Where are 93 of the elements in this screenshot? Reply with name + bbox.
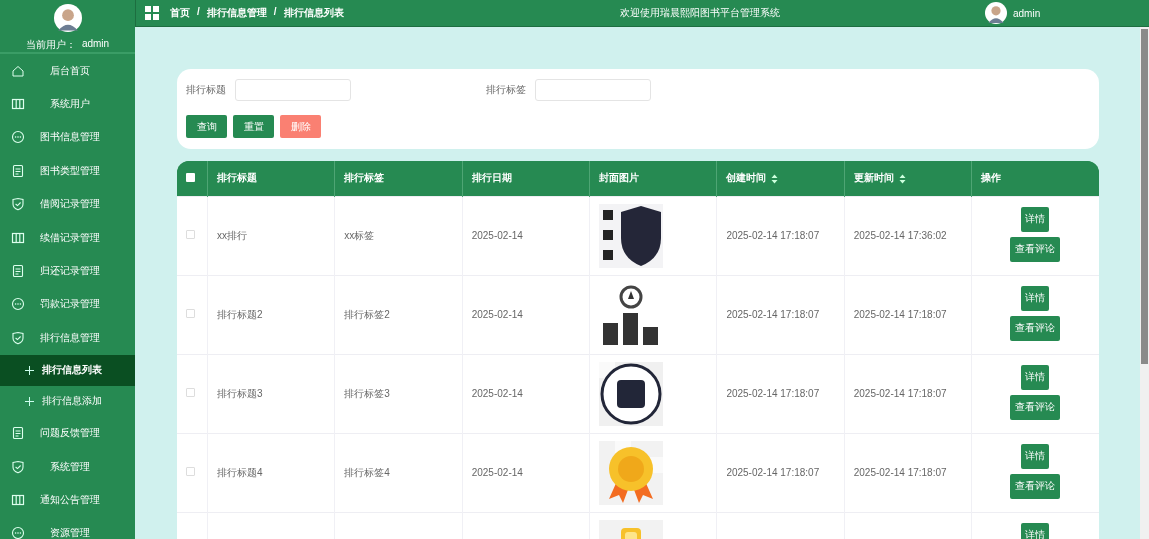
breadcrumb-link[interactable]: 排行信息列表 xyxy=(283,6,344,20)
current-user-name: admin xyxy=(81,38,110,51)
row-checkbox[interactable] xyxy=(186,388,195,397)
breadcrumb-separator: / xyxy=(197,6,200,19)
columns-icon xyxy=(11,230,25,245)
table-cell: 2025-02-14 xyxy=(471,230,523,241)
table-cell: 排行标题3 xyxy=(217,387,263,399)
scrollbar[interactable] xyxy=(1140,27,1149,539)
sidebar-subitem[interactable]: 排行信息添加 xyxy=(0,385,135,417)
select-all-checkbox[interactable] xyxy=(186,172,195,182)
shield-icon xyxy=(11,197,25,212)
table-cell: 排行标签4 xyxy=(344,466,390,478)
table-cell: 2025-02-14 17:18:07 xyxy=(726,230,820,241)
sidebar-item[interactable]: 系统管理 xyxy=(0,449,135,484)
sidebar-item[interactable]: 排行信息管理 xyxy=(0,321,135,355)
sidebar-item[interactable]: 资源管理 xyxy=(0,516,135,539)
chat-icon xyxy=(11,130,25,145)
column-header[interactable]: 封面图片 xyxy=(599,172,640,184)
action-button[interactable]: 详情 xyxy=(1021,206,1050,232)
table-cell: 2025-02-14 xyxy=(471,309,523,320)
shield-icon xyxy=(11,330,25,345)
breadcrumb-link[interactable]: 排行信息管理 xyxy=(206,6,267,20)
table-cell: 2025-02-14 17:18:07 xyxy=(726,388,820,399)
sidebar-item[interactable]: 后台首页 xyxy=(0,54,135,88)
breadcrumb-link[interactable]: 首页 xyxy=(170,6,190,20)
current-user-label: 当前用户： xyxy=(25,38,76,52)
sidebar-item[interactable]: 问题反馈管理 xyxy=(0,416,135,450)
sidebar-item[interactable]: 借阅记录管理 xyxy=(0,187,135,221)
sidebar-item[interactable]: 归还记录管理 xyxy=(0,254,135,288)
action-button[interactable]: 详情 xyxy=(1021,443,1050,469)
table-cell: 2025-02-14 17:18:07 xyxy=(853,388,947,399)
search-button[interactable]: 查询 xyxy=(186,115,227,138)
table-cell: 排行标签2 xyxy=(344,308,390,320)
plus-icon xyxy=(25,365,34,375)
search-button[interactable]: 删除 xyxy=(280,115,321,138)
table-cell: 2025-02-14 xyxy=(471,467,523,478)
table-cell: xx排行 xyxy=(217,229,247,241)
sidebar-item[interactable]: 续借记录管理 xyxy=(0,220,135,255)
document-icon xyxy=(11,426,25,441)
avatar-icon xyxy=(985,2,1007,24)
sort-icon[interactable] xyxy=(898,173,906,184)
search-button[interactable]: 重置 xyxy=(233,115,274,138)
sidebar-item[interactable]: 图书类型管理 xyxy=(0,154,135,188)
sidebar-item[interactable]: 系统用户 xyxy=(0,87,135,121)
table-cell: xx标签 xyxy=(344,229,375,241)
plus-icon xyxy=(25,396,34,406)
input-field[interactable] xyxy=(235,79,351,101)
table-cell: 2025-02-14 17:18:07 xyxy=(726,309,820,320)
avatar-icon xyxy=(52,4,83,32)
action-button[interactable]: 详情 xyxy=(1021,285,1050,311)
sort-icon[interactable] xyxy=(771,173,779,184)
table-cell: 2025-02-14 17:18:07 xyxy=(853,467,947,478)
column-header[interactable]: 更新时间 xyxy=(853,172,894,184)
column-header[interactable]: 创建时间 xyxy=(726,172,767,184)
columns-icon xyxy=(11,493,25,507)
table-cell: 2025-02-14 17:18:07 xyxy=(853,309,947,320)
user-name[interactable]: admin xyxy=(1013,7,1041,19)
breadcrumb-separator: / xyxy=(273,6,277,19)
table-cell: 排行标题4 xyxy=(217,466,263,478)
input-field[interactable] xyxy=(535,79,651,101)
row-checkbox[interactable] xyxy=(186,230,195,239)
action-button[interactable]: 查看评论 xyxy=(1010,236,1061,262)
table-cell: 排行标签3 xyxy=(344,387,390,399)
column-header[interactable]: 排行标签 xyxy=(344,172,385,184)
menu-icon[interactable] xyxy=(145,6,159,20)
columns-icon xyxy=(11,97,25,112)
home-icon xyxy=(11,63,25,78)
row-checkbox[interactable] xyxy=(186,467,195,476)
shield-icon xyxy=(11,459,25,474)
chat-icon xyxy=(11,297,25,312)
column-header[interactable]: 排行标题 xyxy=(217,172,257,184)
row-checkbox[interactable] xyxy=(186,309,195,318)
table-cell: 排行标题2 xyxy=(217,308,263,320)
action-button[interactable]: 详情 xyxy=(1021,364,1050,390)
action-button[interactable]: 查看评论 xyxy=(1010,473,1061,499)
action-button[interactable]: 查看评论 xyxy=(1010,315,1061,341)
chat-icon xyxy=(11,526,25,539)
field-label: 排行标题 xyxy=(186,83,226,97)
field-label: 排行标签 xyxy=(486,83,526,97)
table-cell: 2025-02-14 17:36:02 xyxy=(853,230,947,241)
table-cell: 2025-02-14 17:18:07 xyxy=(726,467,820,478)
action-button[interactable]: 查看评论 xyxy=(1010,394,1061,420)
sidebar-subitem[interactable]: 排行信息列表 xyxy=(0,354,135,386)
document-icon xyxy=(11,163,25,178)
sidebar-item[interactable]: 图书信息管理 xyxy=(0,120,135,155)
table-cell: 2025-02-14 xyxy=(471,388,523,399)
sidebar-item[interactable]: 通知公告管理 xyxy=(0,483,135,517)
column-header[interactable]: 排行日期 xyxy=(471,172,512,184)
system-title: 欢迎使用瑞晨熙阳图书平台管理系统 xyxy=(619,6,781,20)
column-header[interactable]: 操作 xyxy=(981,172,1002,184)
sidebar-item[interactable]: 罚款记录管理 xyxy=(0,287,135,322)
action-button[interactable]: 详情 xyxy=(1021,522,1050,539)
document-icon xyxy=(11,264,25,279)
